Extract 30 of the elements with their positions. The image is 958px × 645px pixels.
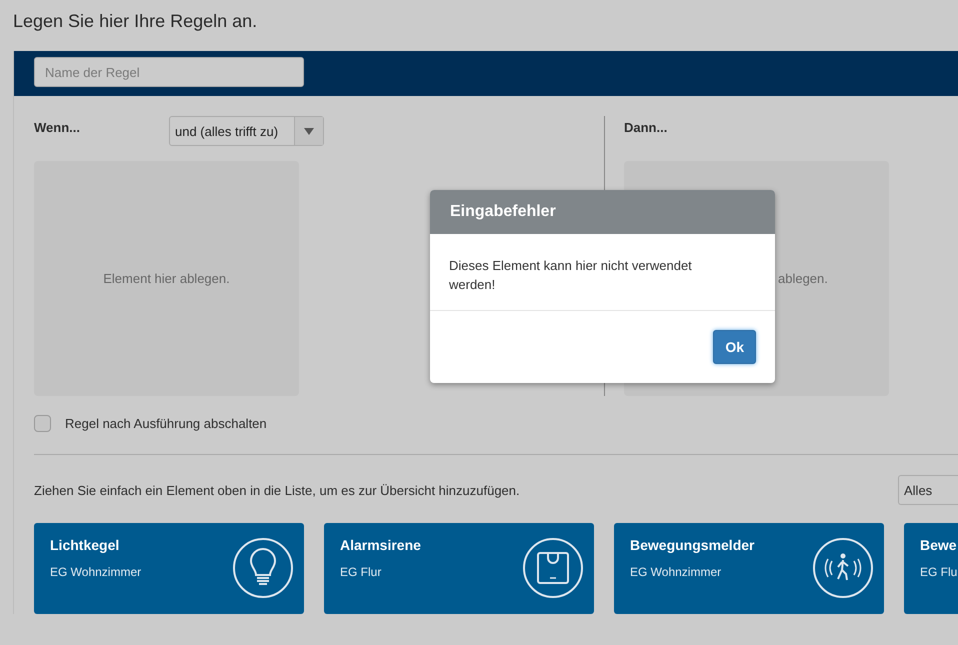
element-title: Lichtkegel <box>50 537 120 553</box>
element-room: EG Wohnzimmer <box>630 565 722 579</box>
element-card[interactable]: Bewegungsmelder EG Wohnzimmer <box>614 523 884 614</box>
page-title: Legen Sie hier Ihre Regeln an. <box>12 10 258 33</box>
ok-button[interactable]: Ok <box>713 330 756 364</box>
caret-icon <box>304 128 314 134</box>
operator-dropdown[interactable]: und (alles trifft zu) <box>169 116 324 146</box>
dialog-title: Eingabefehler <box>450 203 556 221</box>
element-card[interactable]: Bewe EG Flu <box>904 523 958 614</box>
element-card[interactable]: Alarmsirene EG Flur <box>324 523 594 614</box>
drop-zone-text: Element hier ablegen. <box>103 271 230 286</box>
walking-person-icon <box>812 537 874 599</box>
element-room: EG Flu <box>920 565 958 579</box>
then-label: Dann... <box>624 120 668 135</box>
checkbox-label: Regel nach Ausführung abschalten <box>65 416 267 431</box>
dialog-message: Dieses Element kann hier nicht verwendet werden! <box>449 258 692 292</box>
rule-name-field[interactable]: Name der Regel <box>34 57 304 87</box>
element-title: Bewegungsmelder <box>630 537 754 553</box>
element-title: Bewe <box>920 537 958 553</box>
square-device-icon <box>522 537 584 599</box>
light-bulb-icon <box>232 537 294 599</box>
element-title: Alarmsirene <box>340 537 421 553</box>
checkbox[interactable] <box>34 415 51 432</box>
filter-dropdown[interactable]: Alles <box>898 475 958 505</box>
hint-text: Ziehen Sie einfach ein Element oben in die Liste, um es zur Übersicht hinzuzufügen. <box>34 482 520 498</box>
element-room: EG Wohnzimmer <box>50 565 142 579</box>
element-room: EG Flur <box>340 565 382 579</box>
drop-zone-text: ablegen. <box>778 271 828 286</box>
if-label: Wenn... <box>34 120 80 135</box>
element-card[interactable]: Lichtkegel EG Wohnzimmer <box>34 523 304 614</box>
